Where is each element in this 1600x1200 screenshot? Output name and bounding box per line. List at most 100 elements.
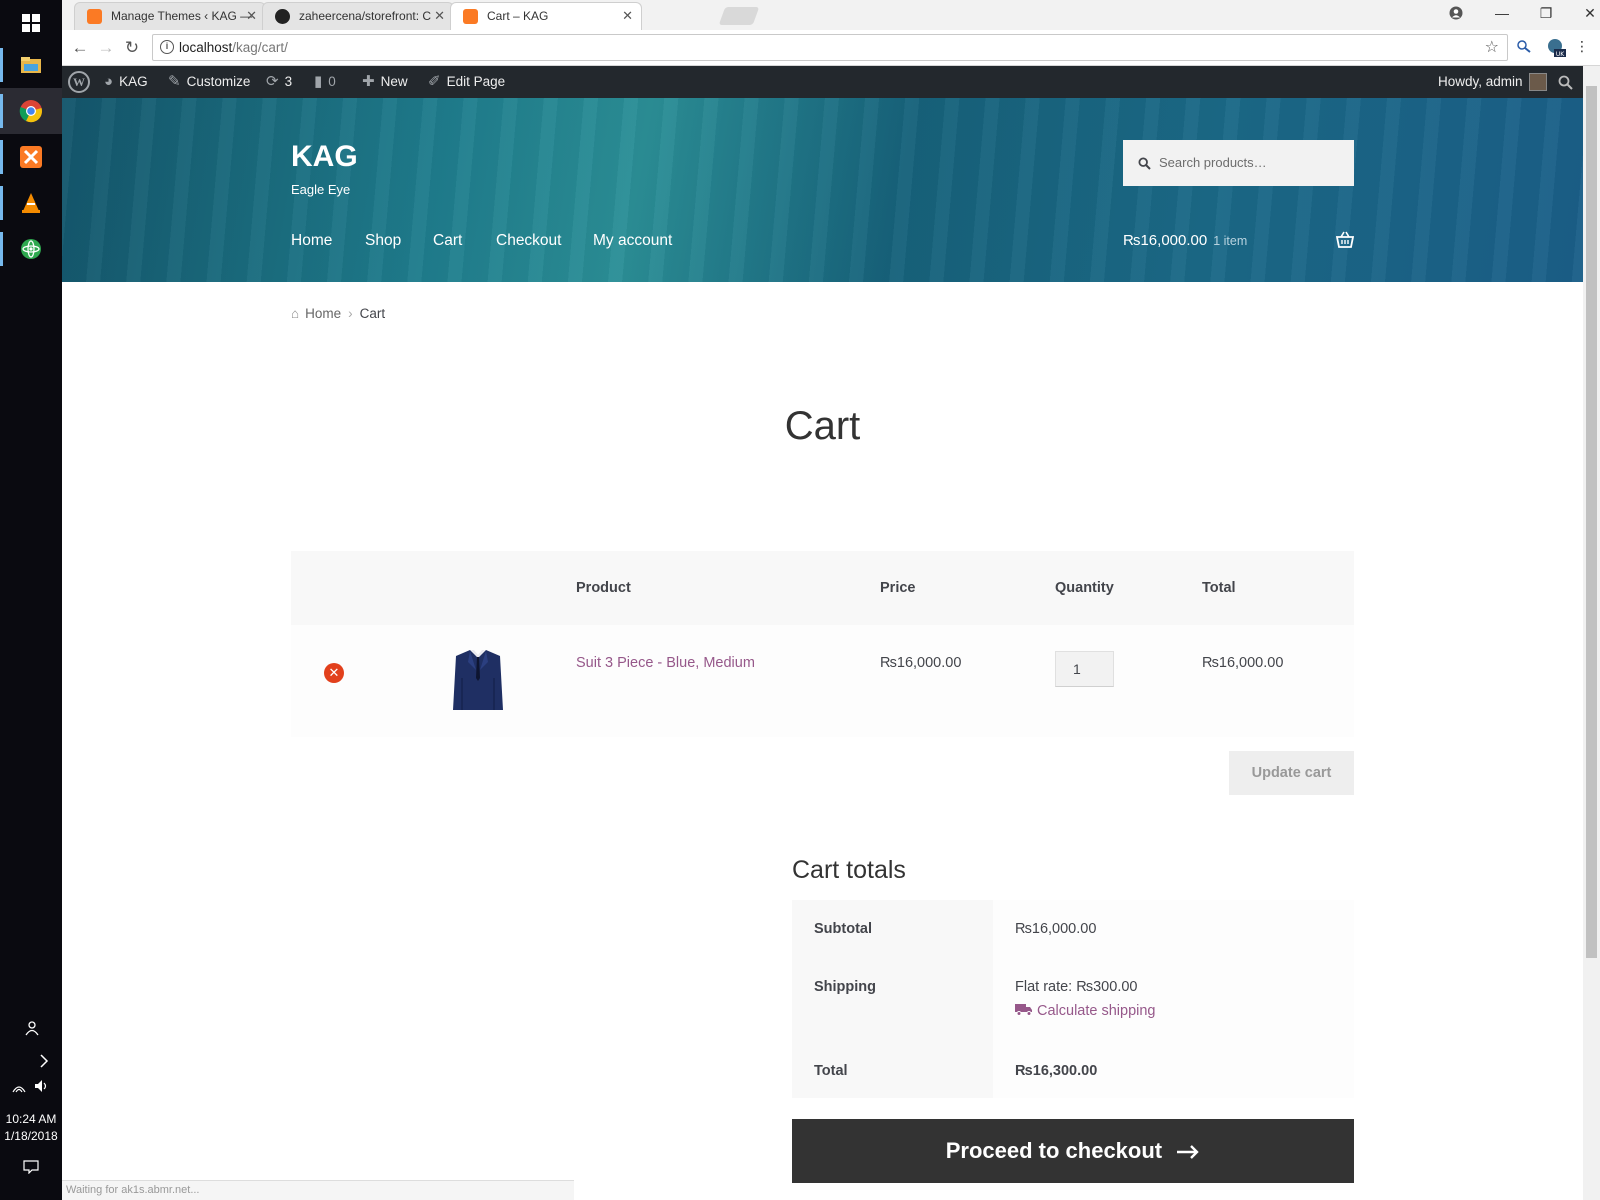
profile-icon[interactable] [1434,0,1478,28]
xampp-icon[interactable] [0,134,62,180]
admin-new-label: New [380,74,408,89]
shipping-value: Flat rate: ₨300.00 [1015,979,1138,995]
restore-icon[interactable]: ❐ [1524,0,1568,28]
updates-count: 3 [284,74,293,89]
atom-icon[interactable] [0,226,62,272]
clock-time[interactable]: 10:24 AM [0,1112,62,1126]
product-name-link[interactable]: Suit 3 Piece - Blue, Medium [576,655,755,671]
window-close-icon[interactable]: ✕ [1568,0,1600,28]
admin-search-icon[interactable] [1558,66,1573,98]
line-total: ₨16,000.00 [1202,655,1284,671]
chrome-icon[interactable] [0,88,62,134]
address-path: /kag/cart/ [232,40,288,55]
new-tab-button[interactable] [718,7,760,25]
basket-icon [1335,231,1355,249]
wordpress-logo-icon[interactable]: W [68,71,90,93]
subtotal-value: ₨16,000.00 [993,900,1354,958]
browser-tab-cart[interactable]: Cart – KAG ✕ [450,2,642,30]
info-icon[interactable]: i [160,40,174,54]
site-title[interactable]: KAG [291,140,358,174]
search-placeholder: Search products… [1159,155,1267,170]
pencil-icon: ✐ [428,73,441,90]
file-explorer-icon[interactable] [0,42,62,88]
scrollbar-thumb[interactable] [1586,86,1597,958]
extension-icon[interactable] [1514,38,1534,58]
cart-table: Product Price Quantity Total ✕ Suit 3 Pi… [291,551,1354,737]
quantity-input[interactable]: 1 [1055,651,1114,687]
comment-icon: ▮ [314,73,323,90]
update-cart-button[interactable]: Update cart [1229,751,1354,795]
tab-title: Cart – KAG [487,9,549,23]
admin-customize-label: Customize [186,74,251,89]
xampp-icon [87,9,102,24]
browser-toolbar: ← → ↻ i localhost/kag/cart/ ☆ UK ⋮ [62,30,1600,66]
proceed-to-checkout-button[interactable]: Proceed to checkout [792,1119,1354,1183]
calculate-shipping-link[interactable]: Calculate shipping [1015,1003,1354,1019]
bookmark-star-icon[interactable]: ☆ [1485,35,1499,60]
mini-cart-count: 1 item [1213,234,1248,248]
tab-title: Manage Themes ‹ KAG — [111,9,253,23]
product-thumbnail[interactable] [452,648,504,710]
truck-icon [1015,1004,1032,1016]
close-icon[interactable]: ✕ [622,3,633,29]
breadcrumb-current: Cart [359,306,386,321]
cart-totals-table: Subtotal ₨16,000.00 Shipping Flat rate: … [792,900,1354,1098]
browser-tab-manage-themes[interactable]: Manage Themes ‹ KAG — ✕ [74,2,266,30]
clock-date[interactable]: 1/18/2018 [0,1129,62,1143]
network-volume-icons[interactable] [0,1078,62,1097]
browser-tabstrip: Manage Themes ‹ KAG — ✕ zaheercena/store… [62,0,1600,30]
cart-table-header: Product Price Quantity Total [291,551,1354,625]
nav-shop[interactable]: Shop [365,232,401,250]
close-icon[interactable]: ✕ [434,3,445,29]
nav-checkout[interactable]: Checkout [496,232,561,250]
chevron-right-icon[interactable] [0,1054,62,1071]
nav-cart[interactable]: Cart [433,232,462,250]
github-icon [275,9,290,24]
action-center-icon[interactable] [0,1160,62,1177]
close-icon[interactable]: ✕ [246,3,257,29]
cart-totals-title: Cart totals [792,856,906,884]
windows-start-icon[interactable] [0,0,62,46]
menu-icon[interactable]: ⋮ [1572,38,1592,58]
admin-updates-link[interactable]: ⟳ 3 [266,66,292,98]
breadcrumb-home[interactable]: Home [305,306,341,321]
browser-tab-github[interactable]: zaheercena/storefront: C ✕ [262,2,454,30]
search-icon [1138,140,1151,186]
tab-title: zaheercena/storefront: C [299,9,432,23]
breadcrumb: ⌂ Home › Cart [291,306,385,321]
remove-item-icon[interactable]: ✕ [324,663,344,683]
address-host: localhost [179,40,233,55]
back-icon[interactable]: ← [68,36,92,60]
header-product: Product [576,580,631,596]
wp-admin-bar: W ◕ KAG ✎ Customize ⟳ 3 ▮ 0 ✚ New ✐ Edit Page … [62,66,1600,98]
admin-comments-link[interactable]: ▮ 0 [314,66,336,98]
address-bar[interactable]: i localhost/kag/cart/ ☆ [152,34,1508,61]
admin-site-link[interactable]: ◕ KAG [104,66,148,98]
svg-text:UK: UK [1556,51,1565,58]
header-total: Total [1202,580,1236,596]
nav-home[interactable]: Home [291,232,332,250]
header-mini-cart[interactable]: ₨16,000.00 1 item [1123,231,1355,249]
total-label: Total [792,1042,993,1098]
admin-account-menu[interactable]: Howdy, admin [1438,66,1547,98]
admin-customize-link[interactable]: ✎ Customize [168,66,250,98]
subtotal-label: Subtotal [792,900,993,958]
forward-icon[interactable]: → [94,36,118,60]
nav-my-account[interactable]: My account [593,232,672,250]
product-search-input[interactable]: Search products… [1123,140,1354,186]
shipping-cell: Flat rate: ₨300.00 Calculate shipping [993,958,1354,1042]
reload-icon[interactable]: ↻ [120,36,144,60]
arrow-right-icon [1177,1145,1199,1160]
vlc-icon[interactable] [0,180,62,226]
checkout-label: Proceed to checkout [945,1138,1163,1163]
calculate-shipping-label: Calculate shipping [1037,1003,1156,1019]
shipping-label: Shipping [792,958,993,1042]
vpn-extension-icon[interactable]: UK [1546,38,1566,58]
minimize-icon[interactable]: — [1480,0,1524,28]
page-scrollbar[interactable] [1583,66,1600,1200]
admin-new-link[interactable]: ✚ New [362,66,408,98]
people-icon[interactable] [0,1020,62,1039]
browser-status-bar: Waiting for ak1s.abmr.net... [62,1180,574,1200]
mini-cart-amount: ₨16,000.00 [1123,232,1208,249]
admin-edit-page-link[interactable]: ✐ Edit Page [428,66,505,98]
